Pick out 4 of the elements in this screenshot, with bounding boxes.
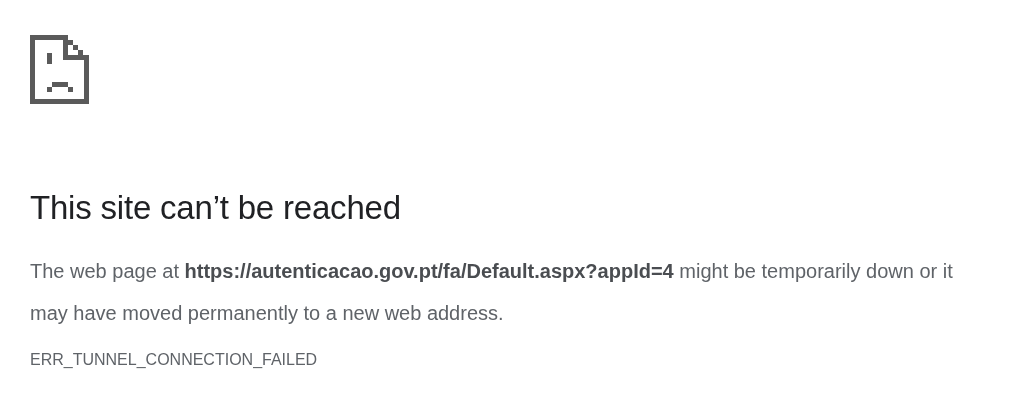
sad-page-icon	[30, 35, 89, 104]
error-code: ERR_TUNNEL_CONNECTION_FAILED	[30, 350, 319, 370]
error-title: This site can’t be reached	[30, 188, 402, 228]
error-message: The web page at https://autenticacao.gov.pt/fa/Default.aspx?appId=4 might be temporarily down or it may have moved permanently to a new web address.	[30, 259, 954, 326]
